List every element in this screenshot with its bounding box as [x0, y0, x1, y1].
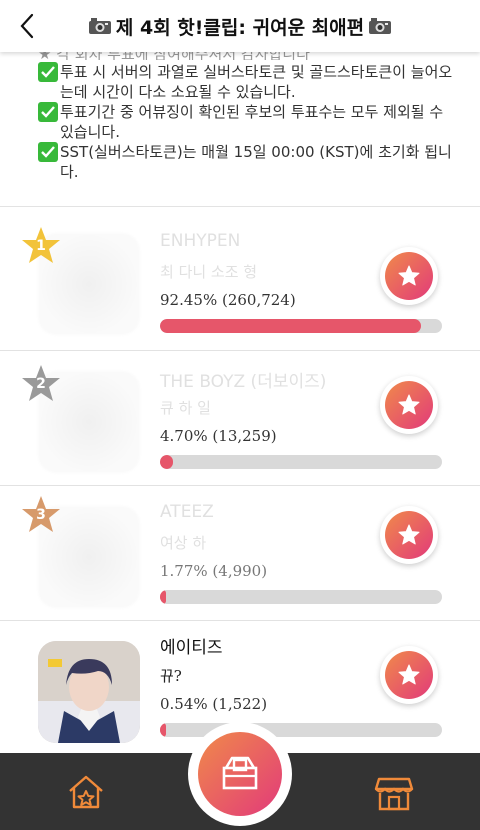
check-icon [38, 142, 58, 162]
candidate-row[interactable]: 3 ATEEZ 여상 하 1.77% (4,990) [0, 486, 480, 621]
notice-text: SST(실버스타토큰)는 매월 15일 00:00 (KST)에 초기화 됩니다… [60, 143, 452, 181]
vote-percent: 92.45% (260,724) [160, 291, 296, 309]
vote-bar-fill [160, 455, 174, 469]
vote-bar [160, 455, 442, 469]
notice-item: 투표기간 중 어뷰징이 확인된 후보의 투표수는 모두 제외될 수 있습니다. [38, 102, 458, 142]
nav-store-button[interactable] [372, 771, 416, 815]
star-icon [398, 664, 420, 685]
star-icon [398, 524, 420, 545]
vote-bar [160, 319, 442, 333]
star-icon [398, 394, 420, 415]
vote-bar [160, 590, 442, 604]
candidate-row[interactable]: 1 ENHYPEN 최 다니 소조 형 92.45% (260,724) [0, 207, 480, 351]
portrait-image [38, 641, 140, 743]
notice-text: 투표기간 중 어뷰징이 확인된 후보의 투표수는 모두 제외될 수 있습니다. [60, 103, 444, 141]
check-icon [38, 102, 58, 122]
vote-bar [160, 723, 442, 737]
notice-item: 투표 시 서버의 과열로 실버스타토큰 및 골드스타토큰이 늘어오는데 시간이 … [38, 62, 458, 102]
chevron-left-icon [20, 13, 34, 39]
rank-number: 2 [36, 376, 46, 392]
vote-button[interactable] [380, 376, 438, 434]
vote-bar-fill [160, 319, 421, 333]
vote-percent: 4.70% (13,259) [160, 427, 277, 445]
star-icon [398, 265, 420, 286]
candidate-subtitle: 큐 하 일 [160, 399, 211, 417]
page-title-text: 제 4회 핫!클립: 귀여운 최애편 [115, 16, 365, 39]
vote-box-button[interactable] [198, 732, 282, 816]
back-button[interactable] [10, 8, 44, 44]
notice-text: 투표 시 서버의 과열로 실버스타토큰 및 골드스타토큰이 늘어오는데 시간이 … [60, 63, 453, 101]
notice-item: SST(실버스타토큰)는 매월 15일 00:00 (KST)에 초기화 됩니다… [38, 142, 458, 182]
candidate-list: 1 ENHYPEN 최 다니 소조 형 92.45% (260,724) 2 T… [0, 207, 480, 755]
app-header: 제 4회 핫!클립: 귀여운 최애편 [0, 0, 480, 52]
vote-button[interactable] [380, 247, 438, 305]
rank-number: 1 [36, 238, 46, 254]
candidate-name: ATEEZ [160, 502, 214, 522]
nav-home-button[interactable] [64, 771, 108, 815]
notice-section: ★ 각 회차 투표에 참여해주셔서 감사합니다 투표 시 서버의 과열로 실버스… [38, 44, 458, 182]
store-icon [374, 777, 414, 811]
vote-bar-fill [160, 590, 166, 604]
rank-badge: 2 [20, 363, 62, 405]
candidate-name: THE BOYZ (더보이즈) [160, 372, 327, 392]
candidate-subtitle: 뀨? [160, 667, 182, 685]
vote-button[interactable] [380, 646, 438, 704]
vote-bar-fill [160, 723, 166, 737]
candidate-photo [38, 641, 140, 743]
candidate-row[interactable]: 2 THE BOYZ (더보이즈) 큐 하 일 4.70% (13,259) [0, 351, 480, 486]
candidate-name: ENHYPEN [160, 231, 241, 251]
rank-badge: 3 [20, 494, 62, 536]
vote-percent: 0.54% (1,522) [160, 695, 268, 713]
home-star-icon [69, 775, 103, 809]
check-icon [38, 62, 58, 82]
rank-badge: 1 [20, 225, 62, 267]
camera-icon [88, 18, 111, 34]
ballot-box-icon [222, 756, 258, 790]
rank-number: 3 [36, 507, 46, 523]
vote-button[interactable] [380, 506, 438, 564]
camera-icon [369, 18, 392, 34]
candidate-name: 에이티즈 [160, 638, 223, 658]
candidate-subtitle: 최 다니 소조 형 [160, 263, 258, 281]
vote-percent: 1.77% (4,990) [160, 562, 268, 580]
candidate-subtitle: 여상 하 [160, 534, 207, 552]
page-title: 제 4회 핫!클립: 귀여운 최애편 [88, 13, 392, 40]
